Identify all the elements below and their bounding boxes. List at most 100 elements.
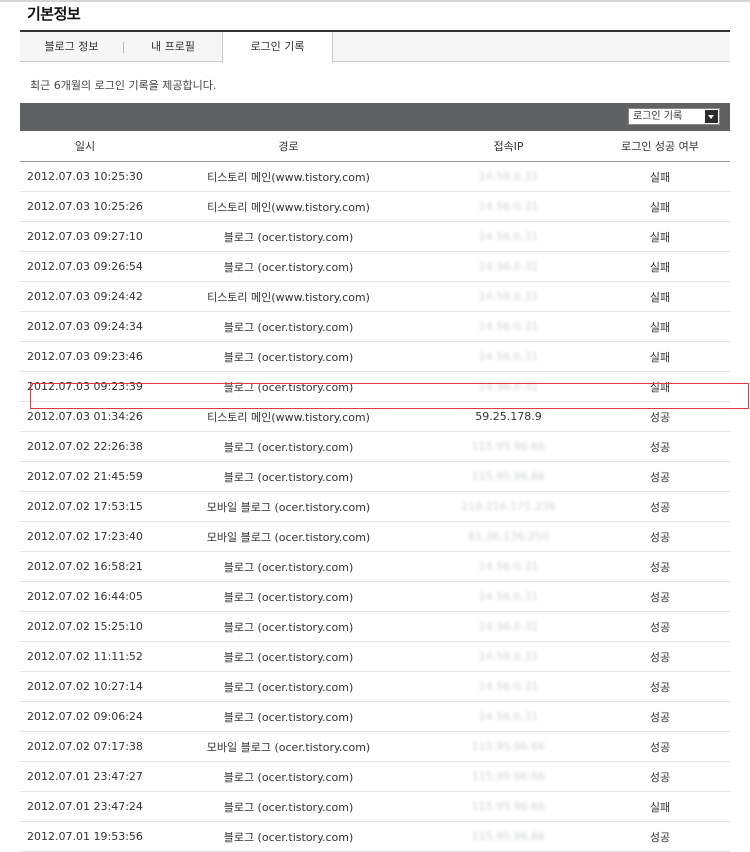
table-row: 2012.07.01 23:47:27 블로그 (ocer.tistory.com… xyxy=(20,761,730,792)
cell-result: 성공 xyxy=(590,761,730,792)
table-row: 2012.07.03 09:23:46 블로그 (ocer.tistory.com… xyxy=(20,341,730,372)
cell-result: 실패 xyxy=(590,791,730,822)
cell-date: 2012.07.03 09:26:54 xyxy=(20,251,150,282)
cell-ip: 14.56.0.31 xyxy=(427,551,590,582)
cell-ip: 14.56.0.31 xyxy=(427,641,590,672)
table-row: 2012.07.02 10:27:14 블로그 (ocer.tistory.com… xyxy=(20,671,730,702)
cell-date: 2012.07.03 09:27:10 xyxy=(20,221,150,252)
cell-ip: 14.56.0.31 xyxy=(427,281,590,312)
cell-ip: 14.56.0.31 xyxy=(427,671,590,702)
cell-date: 2012.07.01 23:47:24 xyxy=(20,791,150,822)
cell-route: 모바일 블로그 (ocer.tistory.com) xyxy=(150,731,427,762)
cell-result: 실패 xyxy=(590,161,730,192)
cell-route: 블로그 (ocer.tistory.com) xyxy=(150,791,427,822)
cell-ip: 14.56.0.31 xyxy=(427,221,590,252)
cell-date: 2012.07.02 11:11:52 xyxy=(20,641,150,672)
cell-date: 2012.07.02 17:53:15 xyxy=(20,491,150,522)
table-row: 2012.07.01 19:53:56 블로그 (ocer.tistory.com… xyxy=(20,821,730,852)
table-row: 2012.07.02 09:06:24 블로그 (ocer.tistory.com… xyxy=(20,701,730,732)
cell-route: 블로그 (ocer.tistory.com) xyxy=(150,701,427,732)
cell-date: 2012.07.02 16:58:21 xyxy=(20,551,150,582)
cell-date: 2012.07.01 23:47:27 xyxy=(20,761,150,792)
page-title: 기본정보 xyxy=(27,5,81,23)
table-header-row: 일시 경로 접속IP 로그인 성공 여부 xyxy=(20,131,730,162)
table-row: 2012.07.03 01:34:26 티스토리 메인(www.tistory.c… xyxy=(20,401,730,432)
cell-route: 티스토리 메인(www.tistory.com) xyxy=(150,401,427,432)
cell-ip: 14.56.0.31 xyxy=(427,581,590,612)
cell-route: 블로그 (ocer.tistory.com) xyxy=(150,611,427,642)
column-header-date: 일시 xyxy=(20,131,150,162)
cell-result: 실패 xyxy=(590,281,730,312)
top-divider xyxy=(0,0,750,2)
table-row: 2012.07.02 21:45:59 블로그 (ocer.tistory.com… xyxy=(20,461,730,492)
tab-my-profile[interactable]: 내 프로필 xyxy=(124,32,222,62)
cell-ip: 14.56.0.31 xyxy=(427,191,590,222)
cell-date: 2012.07.02 16:44:05 xyxy=(20,581,150,612)
table-row: 2012.07.02 22:26:38 블로그 (ocer.tistory.com… xyxy=(20,431,730,462)
cell-ip: 14.56.0.31 xyxy=(427,701,590,732)
cell-result: 실패 xyxy=(590,371,730,402)
table-row: 2012.07.02 17:53:15 모바일 블로그 (ocer.tistory… xyxy=(20,491,730,522)
cell-route: 모바일 블로그 (ocer.tistory.com) xyxy=(150,521,427,552)
table-row: 2012.07.02 16:44:05 블로그 (ocer.tistory.com… xyxy=(20,581,730,612)
column-header-ip: 접속IP xyxy=(427,131,590,162)
cell-result: 성공 xyxy=(590,701,730,732)
cell-route: 블로그 (ocer.tistory.com) xyxy=(150,671,427,702)
cell-ip: 14.56.0.31 xyxy=(427,161,590,192)
table-row: 2012.07.03 09:24:34 블로그 (ocer.tistory.com… xyxy=(20,311,730,342)
cell-result: 실패 xyxy=(590,221,730,252)
cell-result: 실패 xyxy=(590,191,730,222)
cell-ip: 115.95.96.66 xyxy=(427,791,590,822)
cell-date: 2012.07.03 09:23:39 xyxy=(20,371,150,402)
chevron-down-icon[interactable] xyxy=(705,110,718,123)
tab-login-history[interactable]: 로그인 기록 xyxy=(222,32,333,63)
cell-result: 성공 xyxy=(590,461,730,492)
cell-result: 실패 xyxy=(590,341,730,372)
cell-date: 2012.07.02 22:26:38 xyxy=(20,431,150,462)
cell-ip: 115.95.96.66 xyxy=(427,731,590,762)
cell-date: 2012.07.03 10:25:26 xyxy=(20,191,150,222)
cell-result: 성공 xyxy=(590,551,730,582)
tab-blog-info[interactable]: 블로그 정보 xyxy=(20,32,123,62)
cell-date: 2012.07.02 09:06:24 xyxy=(20,701,150,732)
history-type-select[interactable]: 로그인 기록 xyxy=(628,108,720,125)
filter-bar: 로그인 기록 xyxy=(20,103,730,131)
cell-ip: 14.56.0.31 xyxy=(427,611,590,642)
cell-ip: 115.95.96.66 xyxy=(427,431,590,462)
cell-date: 2012.07.01 19:53:56 xyxy=(20,821,150,852)
cell-route: 블로그 (ocer.tistory.com) xyxy=(150,221,427,252)
cell-date: 2012.07.02 15:25:10 xyxy=(20,611,150,642)
cell-route: 모바일 블로그 (ocer.tistory.com) xyxy=(150,491,427,522)
column-header-result: 로그인 성공 여부 xyxy=(590,131,730,162)
cell-route: 블로그 (ocer.tistory.com) xyxy=(150,581,427,612)
table-row: 2012.07.03 10:25:26 티스토리 메인(www.tistory.c… xyxy=(20,191,730,222)
tab-bar: 블로그 정보 내 프로필 로그인 기록 xyxy=(20,30,730,63)
cell-result: 성공 xyxy=(590,401,730,432)
cell-date: 2012.07.03 10:25:30 xyxy=(20,161,150,192)
cell-route: 블로그 (ocer.tistory.com) xyxy=(150,761,427,792)
table-row: 2012.07.02 11:11:52 블로그 (ocer.tistory.com… xyxy=(20,641,730,672)
cell-date: 2012.07.02 21:45:59 xyxy=(20,461,150,492)
cell-ip: 61.36.136.250 xyxy=(427,521,590,552)
table-row: 2012.07.03 10:25:30 티스토리 메인(www.tistory.c… xyxy=(20,161,730,192)
cell-result: 성공 xyxy=(590,581,730,612)
cell-route: 블로그 (ocer.tistory.com) xyxy=(150,821,427,852)
cell-route: 티스토리 메인(www.tistory.com) xyxy=(150,281,427,312)
table-body: 2012.07.03 10:25:30 티스토리 메인(www.tistory.c… xyxy=(20,161,730,852)
cell-route: 블로그 (ocer.tistory.com) xyxy=(150,341,427,372)
login-history-table: 일시 경로 접속IP 로그인 성공 여부 2012.07.03 10:25:30… xyxy=(20,131,730,852)
cell-ip: 210.216.171.238 xyxy=(427,491,590,522)
table-row: 2012.07.03 09:26:54 블로그 (ocer.tistory.com… xyxy=(20,251,730,282)
column-header-route: 경로 xyxy=(150,131,427,162)
table-row: 2012.07.02 16:58:21 블로그 (ocer.tistory.com… xyxy=(20,551,730,582)
cell-date: 2012.07.02 17:23:40 xyxy=(20,521,150,552)
cell-ip: 14.56.0.31 xyxy=(427,371,590,402)
cell-ip: 14.56.0.31 xyxy=(427,311,590,342)
cell-result: 성공 xyxy=(590,491,730,522)
cell-date: 2012.07.02 10:27:14 xyxy=(20,671,150,702)
table-row: 2012.07.03 09:27:10 블로그 (ocer.tistory.com… xyxy=(20,221,730,252)
cell-route: 티스토리 메인(www.tistory.com) xyxy=(150,191,427,222)
cell-result: 성공 xyxy=(590,611,730,642)
cell-date: 2012.07.03 09:23:46 xyxy=(20,341,150,372)
cell-date: 2012.07.03 01:34:26 xyxy=(20,401,150,432)
